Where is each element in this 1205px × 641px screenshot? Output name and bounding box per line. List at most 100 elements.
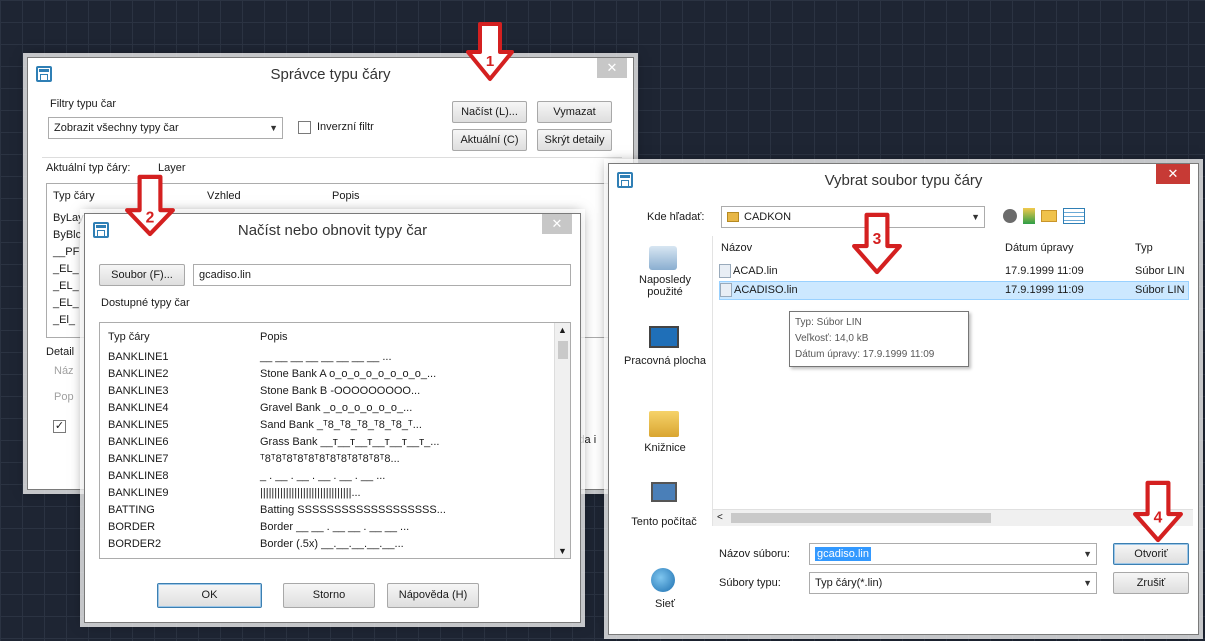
table-row[interactable]: BANKLINE6 Grass Bank __ᴛ__ᴛ__ᴛ__ᴛ__ᴛ__ᴛ_.… xyxy=(108,436,548,448)
table-row[interactable]: BANKLINE5 Sand Bank _ᵀ8_ᵀ8_ᵀ8_ᵀ8_ᵀ8_ᵀ... xyxy=(108,419,548,431)
list-item[interactable]: ByLay xyxy=(53,212,84,224)
col-header-look[interactable]: Vzhled xyxy=(207,190,241,202)
col-header-type[interactable]: Typ čáry xyxy=(108,331,150,343)
file-date: 17.9.1999 11:09 xyxy=(1005,284,1084,296)
col-header-desc[interactable]: Popis xyxy=(260,331,288,343)
horizontal-scrollbar[interactable]: < xyxy=(713,509,1193,526)
cancel-button[interactable]: Storno xyxy=(283,583,375,608)
col-header-type[interactable]: Typ čáry xyxy=(53,190,95,202)
new-folder-icon[interactable] xyxy=(1041,210,1057,222)
col-header-type[interactable]: Typ xyxy=(1135,242,1153,254)
row-desc: ᵀ8ᵀ8ᵀ8ᵀ8ᵀ8ᵀ8ᵀ8ᵀ8ᵀ8ᵀ8ᵀ8ᵀ8... xyxy=(260,453,400,465)
list-item[interactable]: _EL_ xyxy=(53,263,79,275)
file-list[interactable]: Názov Dátum úpravy Typ ACAD.lin 17.9.199… xyxy=(712,236,1193,526)
delete-button[interactable]: Vymazat xyxy=(537,101,612,123)
table-row[interactable]: BANKLINE2 Stone Bank A o_o_o_o_o_o_o_o_..… xyxy=(108,368,548,380)
libraries-icon[interactable] xyxy=(649,411,679,437)
select-linetype-file-window: Vybrat soubor typu čáry ✕ Kde hľadať: CA… xyxy=(608,163,1199,635)
place-desktop[interactable]: Pracovná plocha xyxy=(623,355,707,367)
chevron-down-icon[interactable]: ▼ xyxy=(558,546,567,556)
place-network[interactable]: Sieť xyxy=(623,598,707,610)
file-name: ACAD.lin xyxy=(733,265,778,277)
filetype-label: Súbory typu: xyxy=(719,577,781,589)
table-row[interactable]: BANKLINE7 ᵀ8ᵀ8ᵀ8ᵀ8ᵀ8ᵀ8ᵀ8ᵀ8ᵀ8ᵀ8ᵀ8ᵀ8... xyxy=(108,453,548,465)
load-button[interactable]: Načíst (L)... xyxy=(452,101,527,123)
list-item[interactable]: _El_ xyxy=(53,314,75,326)
open-button[interactable]: Otvoriť xyxy=(1113,543,1189,565)
title-bar[interactable]: Vybrat soubor typu čáry ✕ xyxy=(609,164,1198,198)
back-icon[interactable] xyxy=(1003,209,1017,223)
list-item[interactable]: __PF xyxy=(53,246,79,258)
desktop-icon[interactable] xyxy=(649,326,679,348)
filename-value: gcadiso.lin xyxy=(815,547,871,561)
load-linetypes-window: Načíst nebo obnovit typy čar ✕ Soubor (F… xyxy=(84,213,581,623)
tooltip-line: Dátum úpravy: 17.9.1999 11:09 xyxy=(795,349,935,360)
network-icon[interactable] xyxy=(651,568,675,592)
filetype-select[interactable]: Typ čáry(*.lin) ▼ xyxy=(809,572,1097,594)
arrow-number: 1 xyxy=(486,53,494,70)
row-name: BANKLINE7 xyxy=(108,453,169,465)
detail-name-label: Náz xyxy=(54,365,74,377)
filename-input[interactable]: gcadiso.lin ▼ xyxy=(809,543,1097,565)
file-tooltip: Typ: Súbor LIN Veľkosť: 14,0 kB Dátum úp… xyxy=(789,311,969,367)
close-icon[interactable]: ✕ xyxy=(542,214,572,234)
place-computer[interactable]: Tento počítač xyxy=(619,516,709,528)
computer-icon[interactable] xyxy=(651,482,677,502)
file-button[interactable]: Soubor (F)... xyxy=(99,264,185,286)
row-desc: Border __ __ . __ __ . __ __ ... xyxy=(260,521,410,533)
help-button[interactable]: Nápověda (H) xyxy=(387,583,479,608)
place-recent[interactable]: Naposledy použité xyxy=(623,274,707,298)
row-desc: Border (.5x) __.__.__.__.__... xyxy=(260,538,404,550)
scrollbar-thumb[interactable] xyxy=(731,513,991,523)
table-row[interactable]: BORDER Border __ __ . __ __ . __ __ ... xyxy=(108,521,548,533)
table-row[interactable]: BORDER2 Border (.5x) __.__.__.__.__... xyxy=(108,538,548,550)
filter-select[interactable]: Zobrazit všechny typy čar ▼ xyxy=(48,117,283,139)
hide-details-button[interactable]: Skrýt detaily xyxy=(537,129,612,151)
table-row[interactable]: BANKLINE9 |||||||||||||||||||||||||||||||… xyxy=(108,487,548,499)
file-row[interactable]: ACAD.lin 17.9.1999 11:09 Súbor LIN xyxy=(719,262,1189,280)
list-item[interactable]: _EL_ xyxy=(53,297,79,309)
file-row-selected[interactable]: ACADISO.lin 17.9.1999 11:09 Súbor LIN xyxy=(719,281,1189,300)
scrollbar[interactable]: ▲ ▼ xyxy=(554,323,570,558)
title-bar[interactable]: Správce typu čáry ✕ xyxy=(28,58,633,92)
invert-filter-checkbox[interactable] xyxy=(298,121,311,134)
table-row[interactable]: BANKLINE4 Gravel Bank _o_o_o_o_o_o_... xyxy=(108,402,548,414)
place-libraries[interactable]: Knižnice xyxy=(623,442,707,454)
file-type: Súbor LIN xyxy=(1135,265,1185,277)
col-header-date[interactable]: Dátum úpravy xyxy=(1005,242,1073,254)
table-row[interactable]: BATTING Batting SSSSSSSSSSSSSSSSSSS... xyxy=(108,504,548,516)
chevron-left-icon[interactable]: < xyxy=(717,512,723,523)
row-name: BANKLINE9 xyxy=(108,487,169,499)
row-name: BANKLINE5 xyxy=(108,419,169,431)
current-linetype-label: Aktuální typ čáry: xyxy=(46,162,131,174)
close-icon[interactable]: ✕ xyxy=(1156,164,1190,184)
window-title: Správce typu čáry xyxy=(270,66,391,83)
table-row[interactable]: BANKLINE8 _ . __ . __ . __ . __ . __ ... xyxy=(108,470,548,482)
ok-button[interactable]: OK xyxy=(157,583,262,608)
list-item[interactable]: ByBlc xyxy=(53,229,81,241)
row-name: BANKLINE8 xyxy=(108,470,169,482)
current-button[interactable]: Aktuální (C) xyxy=(452,129,527,151)
view-menu-icon[interactable] xyxy=(1063,208,1085,224)
col-header-name[interactable]: Názov xyxy=(721,242,752,254)
chevron-down-icon: ▼ xyxy=(971,212,980,222)
cancel-button[interactable]: Zrušiť xyxy=(1113,572,1189,594)
list-item[interactable]: _EL_ xyxy=(53,280,79,292)
row-desc: _ . __ . __ . __ . __ . __ ... xyxy=(260,470,386,482)
recent-icon[interactable] xyxy=(649,246,677,270)
table-row[interactable]: BANKLINE1 __ __ __ __ __ __ __ __ ... xyxy=(108,351,548,363)
up-folder-icon[interactable] xyxy=(1023,208,1035,224)
chevron-up-icon[interactable]: ▲ xyxy=(558,325,567,335)
chevron-down-icon: ▼ xyxy=(269,123,278,133)
close-icon[interactable]: ✕ xyxy=(597,58,627,78)
col-header-desc[interactable]: Popis xyxy=(332,190,360,202)
file-type: Súbor LIN xyxy=(1135,284,1185,296)
row-desc: __ __ __ __ __ __ __ __ ... xyxy=(260,351,392,363)
row-name: BANKLINE6 xyxy=(108,436,169,448)
detail-checkbox[interactable]: ✓ xyxy=(53,420,66,433)
scrollbar-thumb[interactable] xyxy=(558,341,568,359)
available-linetypes-list[interactable]: Typ čáry Popis ▲ ▼ BANKLINE1 __ __ __ __ … xyxy=(99,322,571,559)
file-field[interactable]: gcadiso.lin xyxy=(193,264,571,286)
annotation-arrow-3: 3 xyxy=(852,212,902,275)
table-row[interactable]: BANKLINE3 Stone Bank B -OOOOOOOOO... xyxy=(108,385,548,397)
